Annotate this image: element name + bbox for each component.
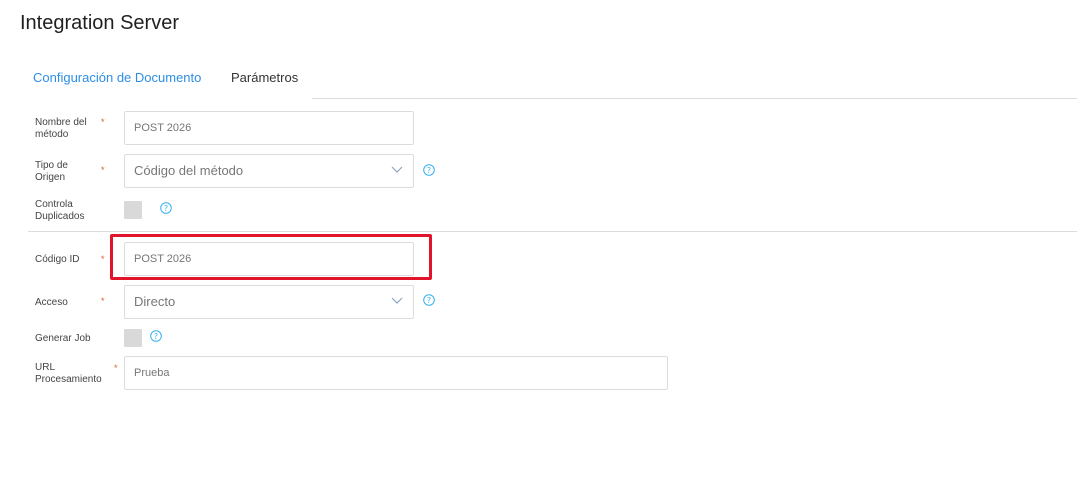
question-circle-icon[interactable]: ? — [160, 202, 172, 214]
question-circle-icon[interactable]: ? — [150, 330, 162, 342]
acceso-select[interactable]: Directo — [124, 285, 414, 319]
svg-text:?: ? — [427, 166, 431, 175]
page-title: Integration Server — [20, 12, 179, 34]
required-marker: * — [101, 165, 105, 175]
tab-parametros[interactable]: Parámetros — [231, 70, 298, 85]
acceso-value: Directo — [134, 294, 176, 309]
codigo-id-label: Código ID — [35, 254, 80, 265]
controla-duplicados-label: Controla Duplicados — [35, 199, 84, 223]
acceso-label: Acceso — [35, 297, 68, 308]
highlight-box — [110, 234, 432, 280]
question-circle-icon[interactable]: ? — [423, 294, 435, 306]
generar-job-checkbox[interactable] — [124, 329, 142, 347]
tab-divider — [312, 98, 1077, 99]
chevron-down-icon — [391, 166, 403, 173]
url-procesamiento-label-line2: Procesamiento — [35, 374, 102, 385]
section-divider — [28, 231, 1077, 232]
nombre-metodo-label-line1: Nombre del — [35, 117, 87, 128]
required-marker: * — [114, 363, 118, 373]
nombre-metodo-label-line2: método — [35, 129, 69, 140]
controla-duplicados-label-line2: Duplicados — [35, 211, 85, 222]
url-procesamiento-input[interactable]: Prueba — [124, 356, 668, 390]
tipo-origen-placeholder: Código del método — [134, 163, 244, 178]
controla-duplicados-checkbox[interactable] — [124, 201, 142, 219]
generar-job-label: Generar Job — [35, 333, 91, 344]
nombre-metodo-input[interactable]: POST 2026 — [124, 111, 414, 145]
tipo-origen-label-line1: Tipo de — [35, 160, 68, 171]
svg-text:?: ? — [427, 296, 431, 305]
url-procesamiento-label-line1: URL — [35, 362, 56, 373]
required-marker: * — [101, 296, 105, 306]
svg-text:?: ? — [154, 332, 158, 341]
tipo-origen-select[interactable]: Código del método — [124, 154, 414, 188]
url-procesamiento-label: URL Procesamiento — [35, 362, 102, 386]
tipo-origen-label: Tipo de Origen — [35, 160, 68, 184]
required-marker: * — [101, 117, 105, 127]
svg-text:?: ? — [164, 204, 168, 213]
required-marker: * — [101, 254, 105, 264]
question-circle-icon[interactable]: ? — [423, 164, 435, 176]
tab-bar: Configuración de Documento Parámetros — [0, 60, 1077, 99]
chevron-down-icon — [391, 297, 403, 304]
nombre-metodo-label: Nombre del método — [35, 117, 87, 141]
tab-configuracion-documento[interactable]: Configuración de Documento — [33, 70, 201, 85]
tipo-origen-label-line2: Origen — [35, 172, 66, 183]
controla-duplicados-label-line1: Controla — [35, 199, 73, 210]
